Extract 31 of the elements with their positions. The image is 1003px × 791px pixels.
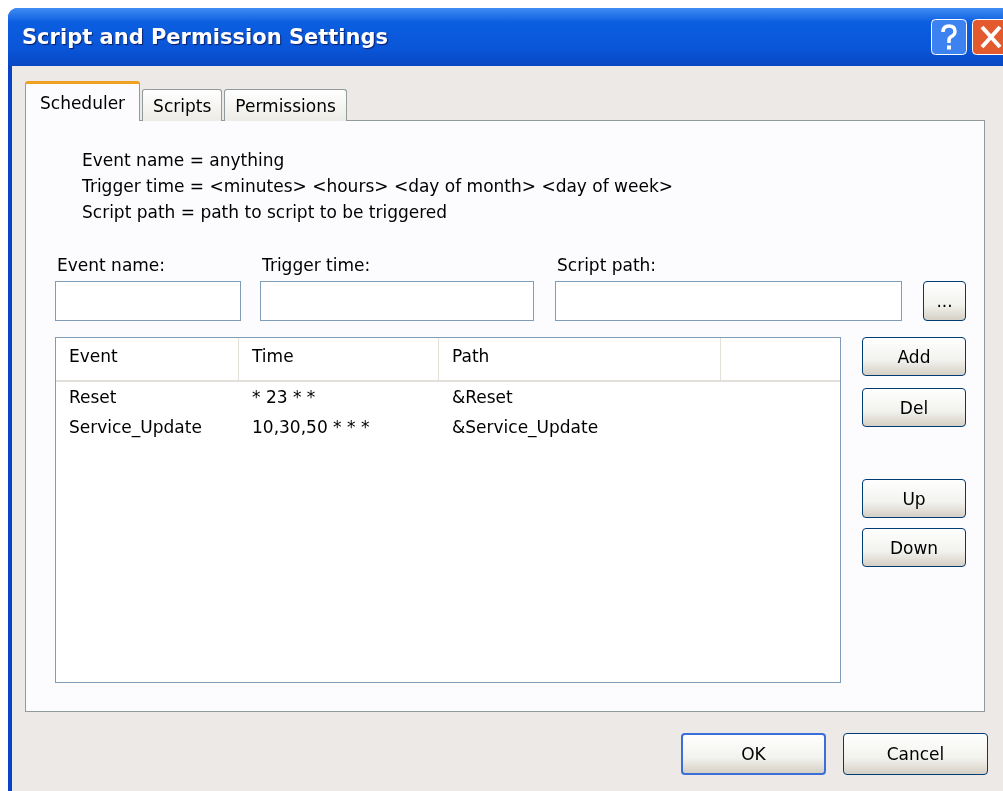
side-button[interactable]: Add: [862, 337, 966, 376]
side-button[interactable]: Up: [862, 479, 966, 518]
help-icon[interactable]: [931, 19, 967, 55]
column-header[interactable]: Event: [56, 338, 239, 380]
tab[interactable]: Scheduler: [25, 81, 141, 121]
description-line: Script path = path to script to be triggered: [82, 201, 449, 224]
input-field[interactable]: [555, 281, 902, 321]
table-cell-text: Service_Update: [68, 417, 203, 437]
field-label: Event name:: [56, 255, 167, 275]
side-button[interactable]: Down: [862, 528, 966, 567]
description-line: Event name = anything: [82, 149, 286, 172]
browse-button[interactable]: ...: [923, 281, 966, 321]
field-label: Script path:: [556, 255, 658, 275]
table-cell-text: Reset: [68, 387, 118, 407]
table-cell-text: 10,30,50 * * *: [251, 417, 371, 437]
tab[interactable]: Permissions: [224, 89, 347, 121]
table-cell-text: * 23 * *: [251, 387, 317, 407]
field-label: Trigger time:: [261, 255, 372, 275]
input-field[interactable]: [260, 281, 534, 321]
column-header[interactable]: Path: [439, 338, 721, 380]
tab[interactable]: Scripts: [142, 89, 223, 121]
column-header[interactable]: Time: [239, 338, 439, 380]
table-cell-text: &Service_Update: [451, 417, 600, 437]
dialog-button[interactable]: Cancel: [843, 733, 988, 775]
table-cell-text: &Reset: [451, 387, 514, 407]
window-title: Script and Permission Settings: [22, 25, 389, 49]
close-icon[interactable]: [972, 19, 1003, 55]
dialog-button[interactable]: OK: [681, 733, 826, 775]
input-field[interactable]: [55, 281, 241, 321]
side-button[interactable]: Del: [862, 388, 966, 427]
description-line: Trigger time = <minutes> <hours> <day of month> <day of week>: [82, 175, 675, 198]
